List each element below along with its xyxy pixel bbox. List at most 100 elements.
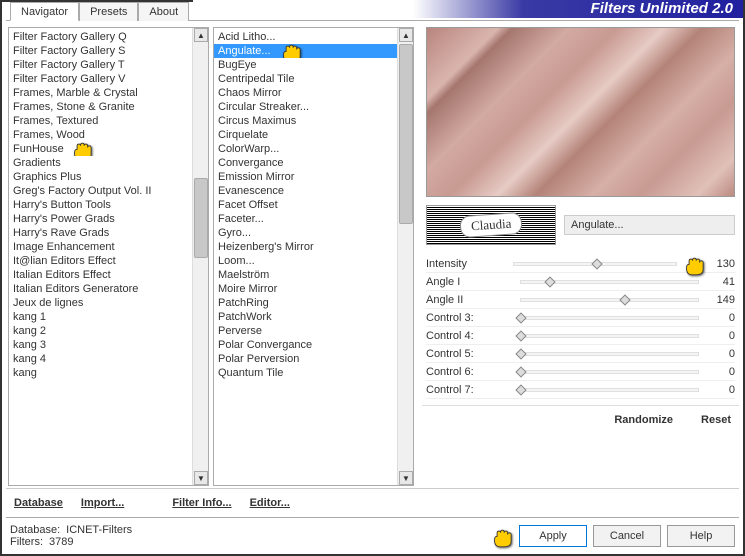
category-list-item[interactable]: kang 1	[9, 310, 192, 324]
category-listbox[interactable]: Filter Factory Gallery QFilter Factory G…	[8, 27, 209, 486]
filter-list-item[interactable]: Heizenberg's Mirror	[214, 240, 397, 254]
category-list-item[interactable]: kang 3	[9, 338, 192, 352]
control-slider[interactable]	[520, 388, 699, 392]
category-list-item[interactable]: Filter Factory Gallery Q	[9, 30, 192, 44]
control-slider[interactable]	[513, 262, 677, 266]
category-list-item[interactable]: Italian Editors Effect	[9, 268, 192, 282]
slider-thumb[interactable]	[516, 330, 527, 341]
filter-list-item[interactable]: Polar Perversion	[214, 352, 397, 366]
filter-list-item[interactable]: Cirquelate	[214, 128, 397, 142]
editor-button[interactable]: Editor...	[246, 495, 294, 511]
tabs-and-header: Navigator Presets About Filters Unlimite…	[2, 2, 743, 20]
current-filter-name: Angulate...	[564, 215, 735, 235]
category-list-item[interactable]: kang	[9, 366, 192, 380]
tab-about[interactable]: About	[138, 2, 189, 21]
filter-info-button[interactable]: Filter Info...	[168, 495, 235, 511]
category-list-item[interactable]: It@lian Editors Effect	[9, 254, 192, 268]
control-value: 41	[705, 276, 735, 288]
category-list-item[interactable]: Italian Editors Generatore	[9, 282, 192, 296]
filter-list-item[interactable]: Moire Mirror	[214, 282, 397, 296]
slider-thumb[interactable]	[516, 312, 527, 323]
category-list-item[interactable]: Harry's Power Grads	[9, 212, 192, 226]
category-scrollbar[interactable]: ▲ ▼	[192, 28, 208, 485]
filter-scrollbar[interactable]: ▲ ▼	[397, 28, 413, 485]
scroll-down-icon[interactable]: ▼	[399, 471, 413, 485]
category-list-item[interactable]: kang 4	[9, 352, 192, 366]
filter-list-item[interactable]: Circular Streaker...	[214, 100, 397, 114]
footer-buttons: Apply Cancel Help	[519, 525, 735, 547]
filter-list-item[interactable]: ColorWarp...	[214, 142, 397, 156]
category-list-item[interactable]: Harry's Button Tools	[9, 198, 192, 212]
control-row: Intensity130	[426, 255, 735, 273]
scroll-up-icon[interactable]: ▲	[399, 28, 413, 42]
slider-thumb[interactable]	[516, 384, 527, 395]
filter-list-item[interactable]: PatchWork	[214, 310, 397, 324]
control-row: Angle II149	[426, 291, 735, 309]
scroll-up-icon[interactable]: ▲	[194, 28, 208, 42]
category-list-item[interactable]: Frames, Textured	[9, 114, 192, 128]
filter-list-item[interactable]: Polar Convergance	[214, 338, 397, 352]
slider-thumb[interactable]	[619, 294, 630, 305]
control-label: Angle I	[426, 276, 514, 288]
filter-list-item[interactable]: Centripedal Tile	[214, 72, 397, 86]
slider-thumb[interactable]	[516, 366, 527, 377]
tab-navigator[interactable]: Navigator	[10, 2, 79, 21]
category-list-item[interactable]: FunHouse	[9, 142, 192, 156]
filter-list-item[interactable]: Convergance	[214, 156, 397, 170]
category-list-item[interactable]: Jeux de lignes	[9, 296, 192, 310]
control-value: 0	[705, 384, 735, 396]
filter-list-item[interactable]: Maelström	[214, 268, 397, 282]
database-button[interactable]: Database	[10, 495, 67, 511]
control-slider[interactable]	[520, 352, 699, 356]
reset-button[interactable]: Reset	[697, 412, 735, 428]
controls-panel: Intensity130 Angle I 41 Angle II149 Control …	[426, 255, 735, 399]
import-button[interactable]: Import...	[77, 495, 128, 511]
control-row: Angle I 41	[426, 273, 735, 291]
slider-thumb[interactable]	[544, 276, 555, 287]
category-list-item[interactable]: Filter Factory Gallery S	[9, 44, 192, 58]
filter-list-item[interactable]: Angulate...	[214, 44, 397, 58]
control-slider[interactable]	[520, 334, 699, 338]
filter-list-item[interactable]: Perverse	[214, 324, 397, 338]
slider-thumb[interactable]	[516, 348, 527, 359]
filter-listbox[interactable]: Acid Litho...Angulate...BugEyeCentripeda…	[213, 27, 414, 486]
filter-list-item[interactable]: Loom...	[214, 254, 397, 268]
scroll-down-icon[interactable]: ▼	[194, 471, 208, 485]
filter-list-item[interactable]: Evanescence	[214, 184, 397, 198]
control-slider[interactable]	[520, 298, 699, 302]
tab-presets[interactable]: Presets	[79, 2, 138, 21]
filter-list-item[interactable]: Faceter...	[214, 212, 397, 226]
category-list-item[interactable]: Filter Factory Gallery V	[9, 72, 192, 86]
category-list-item[interactable]: Frames, Wood	[9, 128, 192, 142]
filter-list-item[interactable]: Facet Offset	[214, 198, 397, 212]
scroll-thumb[interactable]	[194, 178, 208, 258]
category-list-item[interactable]: Graphics Plus	[9, 170, 192, 184]
slider-thumb[interactable]	[591, 258, 602, 269]
scroll-thumb[interactable]	[399, 44, 413, 224]
filter-list-item[interactable]: Circus Maximus	[214, 114, 397, 128]
randomize-button[interactable]: Randomize	[610, 412, 677, 428]
category-list-item[interactable]: Frames, Stone & Granite	[9, 100, 192, 114]
filter-list-item[interactable]: BugEye	[214, 58, 397, 72]
help-button[interactable]: Help	[667, 525, 735, 547]
filter-list-item[interactable]: PatchRing	[214, 296, 397, 310]
filter-header: Claudia Angulate...	[426, 205, 735, 245]
control-slider[interactable]	[520, 370, 699, 374]
filter-list-item[interactable]: Quantum Tile	[214, 366, 397, 380]
control-slider[interactable]	[520, 280, 699, 284]
control-label: Control 7:	[426, 384, 514, 396]
control-slider[interactable]	[520, 316, 699, 320]
apply-button[interactable]: Apply	[519, 525, 587, 547]
category-list-item[interactable]: Frames, Marble & Crystal	[9, 86, 192, 100]
category-list-item[interactable]: Greg's Factory Output Vol. II	[9, 184, 192, 198]
filter-list-item[interactable]: Gyro...	[214, 226, 397, 240]
cancel-button[interactable]: Cancel	[593, 525, 661, 547]
filter-list-item[interactable]: Acid Litho...	[214, 30, 397, 44]
category-list-item[interactable]: Gradients	[9, 156, 192, 170]
category-list-item[interactable]: Image Enhancement	[9, 240, 192, 254]
filter-list-item[interactable]: Chaos Mirror	[214, 86, 397, 100]
category-list-item[interactable]: Harry's Rave Grads	[9, 226, 192, 240]
category-list-item[interactable]: kang 2	[9, 324, 192, 338]
category-list-item[interactable]: Filter Factory Gallery T	[9, 58, 192, 72]
filter-list-item[interactable]: Emission Mirror	[214, 170, 397, 184]
